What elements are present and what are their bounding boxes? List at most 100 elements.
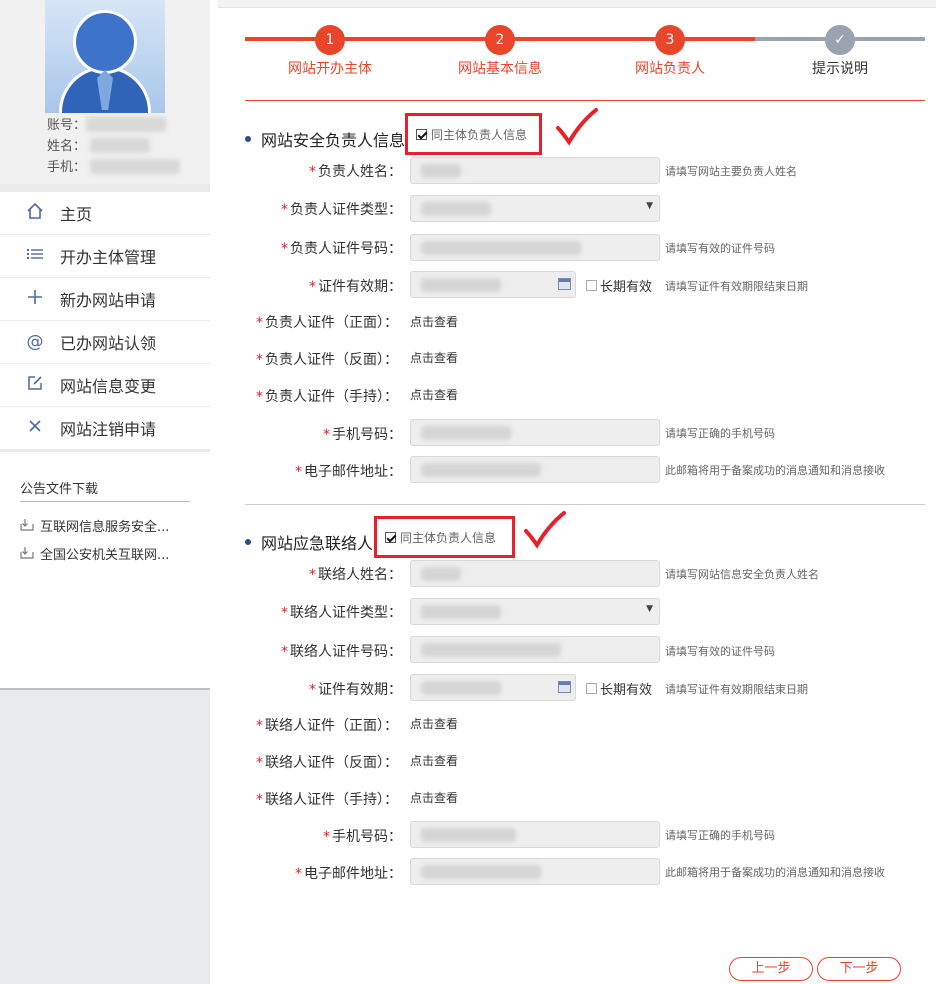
label-contact-cert-front: * 联络人证件（正面）： bbox=[256, 718, 398, 734]
sidebar-item-site-info-change[interactable]: 网站信息变更 bbox=[0, 364, 210, 407]
label-contact-email: * 电子邮件地址： bbox=[295, 866, 402, 882]
hint-contact-name: 请填写网站信息安全负责人姓名 bbox=[665, 568, 819, 581]
label-officer-email: * 电子邮件地址： bbox=[295, 464, 402, 480]
name-label: 姓名： bbox=[47, 139, 87, 154]
label-contact-id-number: * 联络人证件号码： bbox=[281, 644, 402, 660]
main-content: 1 2 3 ✓ 网站开办主体 网站基本信息 网站负责人 提示说明 网站安全负责人… bbox=[218, 0, 936, 984]
same-as-entity-checkbox-2[interactable]: 同主体负责人信息 bbox=[374, 516, 515, 558]
phone-label: 手机： bbox=[47, 160, 87, 175]
officer-cert-back-view-link[interactable]: 点击查看 bbox=[410, 349, 458, 366]
label-contact-cert-back: * 联络人证件（反面）： bbox=[256, 755, 398, 771]
download-item[interactable]: 互联网信息服务安全... bbox=[20, 516, 169, 535]
account-label: 账号： bbox=[47, 118, 87, 133]
hint-contact-id-number: 请填写有效的证件号码 bbox=[665, 645, 775, 658]
download-icon bbox=[20, 545, 34, 562]
contact-id-number-input[interactable] bbox=[410, 636, 660, 663]
at-icon: @ bbox=[26, 332, 44, 352]
account-value-redacted bbox=[86, 117, 166, 132]
list-icon bbox=[24, 245, 46, 268]
sidebar-menu: 主页 开办主体管理 新办网站申请 @ 已办网站认领 网站信息变更 网站注销申请 bbox=[0, 192, 210, 450]
label-officer-cert-back: * 负责人证件（反面）： bbox=[256, 352, 398, 368]
bullet-icon bbox=[245, 539, 251, 545]
label-officer-name: * 负责人姓名： bbox=[309, 164, 402, 180]
step-1-label: 网站开办主体 bbox=[288, 61, 372, 77]
step-1-circle: 1 bbox=[315, 25, 345, 55]
step-4-label: 提示说明 bbox=[812, 61, 868, 77]
officer-long-term-checkbox[interactable]: 长期有效 bbox=[586, 276, 652, 295]
checkbox-label: 同主体负责人信息 bbox=[400, 530, 497, 545]
edit-icon bbox=[24, 374, 46, 397]
label-officer-phone: * 手机号码： bbox=[323, 427, 402, 443]
officer-email-input[interactable] bbox=[410, 456, 660, 483]
contact-phone-input[interactable] bbox=[410, 821, 660, 848]
checkbox-checked-icon[interactable] bbox=[385, 531, 396, 543]
contact-cert-hand-view-link[interactable]: 点击查看 bbox=[410, 789, 458, 806]
name-value-redacted bbox=[90, 138, 150, 153]
label-contact-cert-hand: * 联络人证件（手持）： bbox=[256, 792, 398, 808]
label-contact-validity: * 证件有效期： bbox=[309, 682, 402, 698]
sidebar-item-label: 已办网站认领 bbox=[60, 334, 157, 353]
label-officer-cert-hand: * 负责人证件（手持）： bbox=[256, 389, 398, 405]
contact-email-input[interactable] bbox=[410, 858, 660, 885]
contact-name-input[interactable] bbox=[410, 560, 660, 587]
contact-id-type-select[interactable]: ▼ bbox=[410, 598, 660, 625]
officer-id-type-select[interactable]: ▼ bbox=[410, 195, 660, 222]
step-2-label: 网站基本信息 bbox=[458, 61, 542, 77]
step-3-label: 网站负责人 bbox=[635, 61, 705, 77]
section-title-text: 网站安全负责人信息 bbox=[261, 131, 406, 150]
section-security-officer-title: 网站安全负责人信息 bbox=[245, 127, 405, 151]
hint-officer-name: 请填写网站主要负责人姓名 bbox=[665, 165, 797, 178]
hint-officer-id-number: 请填写有效的证件号码 bbox=[665, 242, 775, 255]
sidebar-item-claim-site[interactable]: @ 已办网站认领 bbox=[0, 321, 210, 364]
download-item-label: 互联网信息服务安全... bbox=[40, 520, 170, 535]
checkbox-unchecked-icon[interactable] bbox=[586, 683, 597, 694]
sidebar-item-entity-management[interactable]: 开办主体管理 bbox=[0, 235, 210, 278]
sidebar-item-site-cancellation[interactable]: 网站注销申请 bbox=[0, 407, 210, 450]
officer-name-input[interactable] bbox=[410, 157, 660, 184]
calendar-icon[interactable] bbox=[558, 278, 571, 290]
section-emergency-contact-title: 网站应急联络人 bbox=[245, 530, 373, 554]
red-checkmark-annotation-icon bbox=[556, 108, 598, 146]
officer-id-number-input[interactable] bbox=[410, 234, 660, 261]
section-title-text: 网站应急联络人 bbox=[261, 534, 374, 553]
next-step-button[interactable]: 下一步 bbox=[817, 957, 901, 981]
contact-validity-date-input[interactable] bbox=[410, 674, 576, 701]
downloads-title: 公告文件下载 bbox=[20, 482, 99, 497]
contact-cert-back-view-link[interactable]: 点击查看 bbox=[410, 752, 458, 769]
prev-step-button[interactable]: 上一步 bbox=[729, 957, 813, 981]
phone-value-redacted bbox=[90, 159, 180, 174]
sidebar-item-new-site-application[interactable]: 新办网站申请 bbox=[0, 278, 210, 321]
sidebar: 账号： 姓名： 手机： 主页 开办主体管理 新办网站申请 @ 已办网站认领 网站… bbox=[0, 0, 210, 984]
sidebar-item-label: 网站注销申请 bbox=[60, 420, 157, 439]
hint-contact-phone: 请填写正确的手机号码 bbox=[665, 829, 775, 842]
download-item[interactable]: 全国公安机关互联网... bbox=[20, 544, 169, 563]
divider bbox=[20, 501, 190, 502]
same-as-entity-checkbox-1[interactable]: 同主体负责人信息 bbox=[405, 113, 542, 155]
checkbox-checked-icon[interactable] bbox=[416, 128, 427, 140]
hint-contact-email: 此邮箱将用于备案成功的消息通知和消息接收 bbox=[665, 866, 885, 879]
label-officer-id-number: * 负责人证件号码： bbox=[281, 241, 402, 257]
sidebar-item-home[interactable]: 主页 bbox=[0, 192, 210, 235]
plus-icon bbox=[24, 288, 46, 311]
officer-validity-date-input[interactable] bbox=[410, 271, 576, 298]
chevron-down-icon: ▼ bbox=[646, 604, 653, 614]
officer-cert-front-view-link[interactable]: 点击查看 bbox=[410, 313, 458, 330]
sidebar-item-label: 新办网站申请 bbox=[60, 291, 157, 310]
officer-phone-input[interactable] bbox=[410, 419, 660, 446]
checkbox-unchecked-icon[interactable] bbox=[586, 280, 597, 291]
label-contact-id-type: * 联络人证件类型： bbox=[281, 605, 402, 621]
hint-officer-email: 此邮箱将用于备案成功的消息通知和消息接收 bbox=[665, 464, 885, 477]
divider bbox=[245, 100, 925, 101]
top-strip bbox=[218, 0, 936, 8]
officer-cert-hand-view-link[interactable]: 点击查看 bbox=[410, 386, 458, 403]
sidebar-item-label: 开办主体管理 bbox=[60, 248, 157, 267]
hint-officer-validity: 请填写证件有效期限结束日期 bbox=[665, 280, 808, 293]
label-contact-phone: * 手机号码： bbox=[323, 829, 402, 845]
label-contact-name: * 联络人姓名： bbox=[309, 567, 402, 583]
bullet-icon bbox=[245, 136, 251, 142]
chevron-down-icon: ▼ bbox=[646, 201, 653, 211]
contact-cert-front-view-link[interactable]: 点击查看 bbox=[410, 715, 458, 732]
label-officer-cert-front: * 负责人证件（正面）： bbox=[256, 315, 398, 331]
calendar-icon[interactable] bbox=[558, 681, 571, 693]
contact-long-term-checkbox[interactable]: 长期有效 bbox=[586, 679, 652, 698]
